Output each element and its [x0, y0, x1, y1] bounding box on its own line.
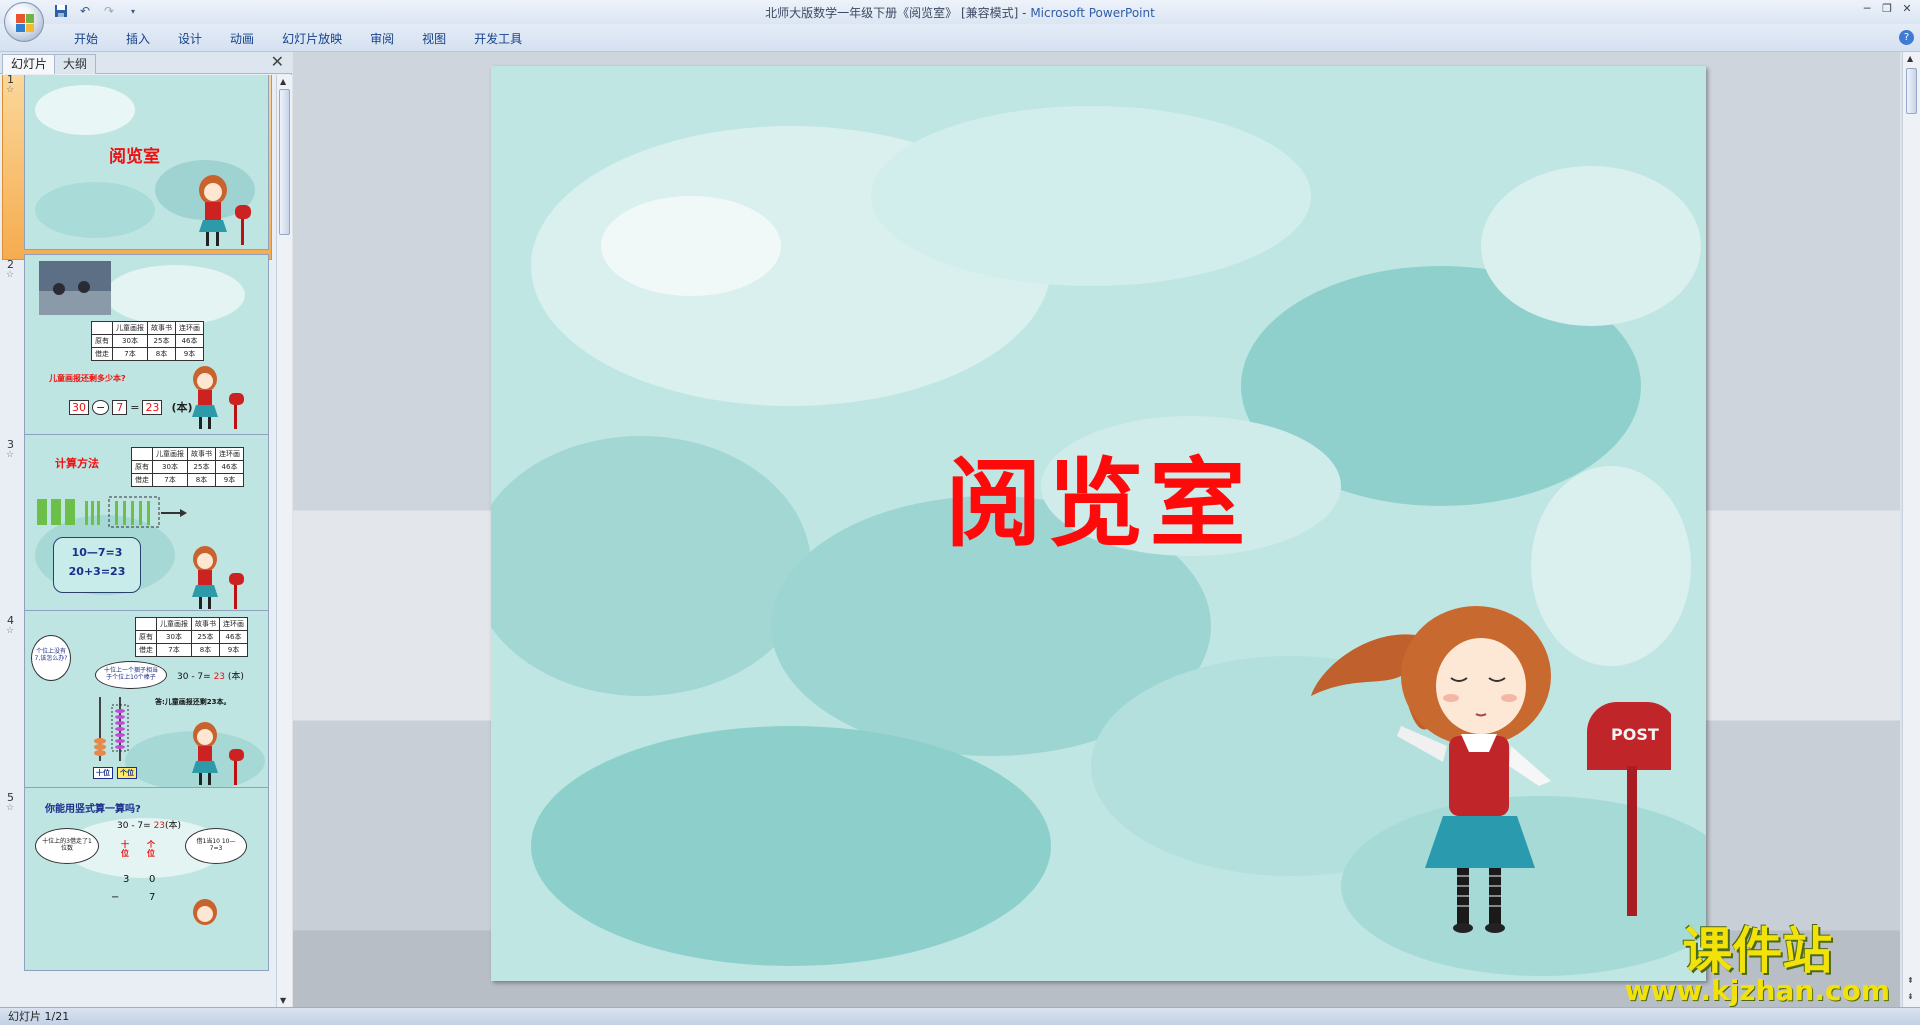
- close-pane-icon[interactable]: ✕: [271, 53, 284, 71]
- tab-design[interactable]: 设计: [164, 30, 216, 47]
- equation: 30 − 7 = 23 (本): [69, 399, 193, 415]
- thought-bubble: 个位上没有7,该怎么办?: [31, 635, 71, 681]
- tens-column-label: 十位: [121, 840, 129, 858]
- slide-thumb-2[interactable]: 儿童画报 故事书 连环画 原有 30本 25本 46本 借走 7本 8本 9本 儿童画报还剩多少…: [24, 254, 269, 438]
- photo-image: [39, 261, 111, 315]
- ones-column-label: 个位: [147, 840, 155, 858]
- transition-icon: ☆: [6, 626, 15, 636]
- thought-bubble: 借1当10 10—7=3: [185, 828, 247, 864]
- tab-insert[interactable]: 插入: [112, 30, 164, 47]
- tab-home[interactable]: 开始: [60, 30, 112, 47]
- watermark-url: www.kjzhan.com: [1624, 974, 1890, 1007]
- close-button[interactable]: ✕: [1900, 2, 1914, 15]
- sticks-illustration: [37, 496, 187, 528]
- next-slide-icon[interactable]: ⇟: [1907, 992, 1914, 1001]
- ribbon-tabs: 开始 插入 设计 动画 幻灯片放映 审阅 视图 开发工具 ?: [0, 24, 1920, 52]
- question-text: 儿童画报还剩多少本?: [49, 374, 126, 383]
- girl-illustration: [193, 899, 217, 925]
- slide-thumb-3[interactable]: 计算方法 儿童画报 故事书 连环画 原有 30本 25本 46本 借走 7本 8本 9本 10—…: [24, 434, 269, 618]
- title-bar: ↶ ↷ ▾ 北师大版数学一年级下册《阅览室》 [兼容模式] - Microsof…: [0, 0, 1920, 24]
- data-table: 儿童画报 故事书 连环画 原有 30本 25本 46本 借走 7本 8本 9本: [91, 321, 204, 361]
- scroll-up-icon[interactable]: ▲: [1907, 54, 1913, 63]
- window-controls: ─ ❐ ✕: [1860, 2, 1914, 15]
- girl-with-mailbox-illustration: POST: [1311, 606, 1671, 933]
- thought-bubble: 十位上一个捆子相当于个位上10个棒子: [95, 661, 167, 689]
- thumb-heading: 计算方法: [55, 457, 99, 470]
- tab-animations[interactable]: 动画: [216, 30, 268, 47]
- thumbnail-scrollbar[interactable]: ▲ ▼: [276, 75, 292, 1007]
- scroll-down-icon[interactable]: ▼: [280, 996, 286, 1005]
- window-title: 北师大版数学一年级下册《阅览室》 [兼容模式] - Microsoft Powe…: [765, 6, 1155, 20]
- tab-slideshow[interactable]: 幻灯片放映: [268, 30, 356, 47]
- transition-icon: ☆: [6, 85, 15, 95]
- thumb-title: 阅览室: [109, 147, 160, 167]
- transition-icon: ☆: [6, 450, 15, 460]
- ones-label: 个位: [117, 767, 137, 779]
- answer-text: 答:儿童画报还剩23本。: [155, 698, 231, 706]
- office-button[interactable]: [4, 2, 44, 42]
- prev-slide-icon[interactable]: ⇞: [1907, 976, 1914, 985]
- thought-bubble: 十位上的3借走了1位数: [35, 828, 99, 864]
- thumb-heading: 你能用竖式算一算吗?: [45, 804, 141, 815]
- calc-box: 10—7=3 20+3=23: [53, 537, 141, 593]
- watermark-text: 课件站: [1682, 922, 1833, 980]
- transition-icon: ☆: [6, 803, 15, 813]
- minimize-button[interactable]: ─: [1860, 2, 1874, 15]
- main-slide[interactable]: 阅览室 POST: [491, 66, 1706, 981]
- abacus-illustration: [94, 697, 129, 761]
- tab-developer[interactable]: 开发工具: [460, 30, 536, 47]
- watermark-logo: 课件站 www.kjzhan.com: [1625, 925, 1890, 1005]
- transition-icon: ☆: [6, 270, 15, 280]
- slide-editor: 阅览室 POST: [293, 52, 1900, 1007]
- data-table: 儿童画报 故事书 连环画 原有 30本 25本 46本 借走 7本 8本 9本: [131, 447, 244, 487]
- office-logo-icon: [16, 14, 34, 32]
- tab-review[interactable]: 审阅: [356, 30, 408, 47]
- slide-thumb-5[interactable]: 你能用竖式算一算吗? 30 - 7= 23(本) 十位上的3借走了1位数 借1当…: [24, 787, 269, 971]
- scroll-thumb[interactable]: [1906, 68, 1917, 114]
- slide-counter: 幻灯片 1/21: [8, 1010, 70, 1023]
- slides-pane: 幻灯片 大纲 ✕ 1 ☆ 阅览室 2 ☆ 儿童画报 故事书 连环画 原有 30本…: [0, 52, 292, 1007]
- minus-sign: −: [111, 892, 120, 903]
- editor-scrollbar[interactable]: ▲ ⇞ ⇟: [1902, 52, 1920, 1007]
- restore-button[interactable]: ❐: [1880, 2, 1894, 15]
- slide-thumb-1[interactable]: 阅览室: [24, 75, 269, 250]
- data-table: 儿童画报 故事书 连环画 原有 30本 25本 46本 借走 7本 8本 9本: [135, 617, 248, 657]
- girl-illustration: [192, 546, 244, 609]
- slide-thumb-4[interactable]: 儿童画报 故事书 连环画 原有 30本 25本 46本 借走 7本 8本 9本 个位上没有7,该…: [24, 610, 269, 794]
- girl-illustration: [192, 722, 244, 785]
- tab-slides[interactable]: 幻灯片: [2, 54, 57, 74]
- digit: 0: [149, 874, 156, 885]
- slide-title[interactable]: 阅览室: [491, 426, 1706, 565]
- tab-outline[interactable]: 大纲: [54, 54, 97, 74]
- digit: 7: [149, 892, 156, 903]
- scroll-thumb[interactable]: [279, 89, 290, 235]
- girl-illustration: [199, 175, 251, 246]
- equation-text: 30 - 7= 23 (本): [177, 672, 244, 682]
- status-bar: 幻灯片 1/21: [0, 1007, 1920, 1025]
- equation-text: 30 - 7= 23(本): [117, 821, 182, 831]
- help-icon[interactable]: ?: [1899, 30, 1914, 45]
- post-label: POST: [1611, 725, 1659, 744]
- tab-view[interactable]: 视图: [408, 30, 460, 47]
- pane-tabs: 幻灯片 大纲 ✕: [0, 52, 292, 74]
- girl-illustration: [192, 366, 244, 429]
- tens-label: 十位: [93, 767, 113, 779]
- thumbnail-list: 1 ☆ 阅览室 2 ☆ 儿童画报 故事书 连环画 原有 30本 25本 46本 …: [0, 75, 276, 1007]
- scroll-up-icon[interactable]: ▲: [280, 77, 286, 86]
- digit: 3: [123, 874, 130, 885]
